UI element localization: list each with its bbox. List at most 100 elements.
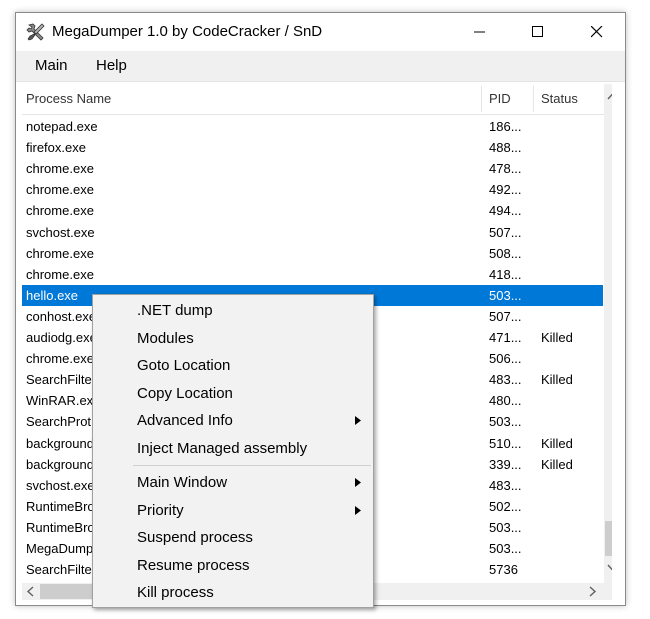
status-cell: [541, 538, 601, 559]
scroll-up-icon[interactable]: [607, 92, 612, 100]
status-cell: [541, 285, 601, 306]
pid-cell: 483...: [489, 372, 522, 388]
menu-item-suspend-process[interactable]: Suspend process: [93, 524, 373, 551]
pid-cell: 503...: [489, 541, 522, 556]
table-row[interactable]: chrome.exe 478...: [22, 158, 603, 179]
vertical-scrollbar[interactable]: [604, 84, 612, 583]
status-cell: [541, 222, 601, 243]
menu-separator: [133, 465, 371, 466]
menu-item-net-dump[interactable]: .NET dump: [93, 297, 373, 324]
menu-item-label: Priority: [137, 501, 184, 519]
menu-help[interactable]: Help: [96, 57, 127, 74]
table-row[interactable]: notepad.exe 186...: [22, 116, 603, 137]
pid-cell: 503...: [489, 287, 522, 303]
pid-cell: 483...: [489, 477, 522, 493]
menu-item-label: Main Window: [137, 474, 228, 491]
status-cell: Killed: [541, 330, 573, 345]
process-name-cell: chrome.exe: [26, 266, 94, 282]
menu-item-copy-location[interactable]: Copy Location: [93, 380, 373, 407]
submenu-arrow-icon: [355, 505, 361, 515]
column-header-status[interactable]: Status: [541, 84, 578, 114]
pid-cell: 339...: [489, 456, 522, 472]
status-cell: [541, 411, 601, 432]
column-header-pid[interactable]: PID: [489, 84, 511, 114]
close-button[interactable]: [568, 13, 626, 51]
menu-main[interactable]: Main: [35, 57, 68, 74]
column-header-process-name[interactable]: Process Name: [26, 84, 111, 114]
pid-cell: 478...: [489, 161, 522, 177]
menu-item-resume-process[interactable]: Resume process: [93, 552, 373, 579]
status-cell: [541, 116, 601, 137]
menu-item-modules[interactable]: Modules: [93, 325, 373, 352]
menu-item-label: Goto Location: [137, 357, 231, 375]
status-cell: [541, 137, 601, 158]
pid-cell: 494...: [489, 203, 522, 219]
menu-bar: Main Help: [16, 51, 625, 82]
menu-item-label: Modules: [137, 329, 194, 347]
minimize-button[interactable]: [451, 13, 509, 51]
status-cell: [541, 475, 601, 496]
menu-item-goto-location[interactable]: Goto Location: [93, 352, 373, 379]
status-cell: [541, 264, 601, 285]
pid-cell: 502...: [489, 498, 522, 514]
tools-icon: [26, 23, 45, 41]
title-bar[interactable]: MegaDumper 1.0 by CodeCracker / SnD: [16, 13, 625, 51]
process-name-cell: firefox.exe: [26, 140, 86, 156]
status-cell: [541, 496, 601, 517]
menu-item-label: .NET dump: [137, 302, 213, 319]
submenu-arrow-icon: [355, 416, 361, 426]
menu-item-advanced-info[interactable]: Advanced Info: [93, 407, 373, 434]
table-row[interactable]: firefox.exe 488...: [22, 137, 603, 158]
vertical-scroll-thumb[interactable]: [605, 521, 612, 556]
pid-cell: 503...: [489, 519, 522, 535]
pid-cell: 488...: [489, 140, 522, 156]
window-title: MegaDumper 1.0 by CodeCracker / SnD: [52, 23, 323, 40]
status-cell: [541, 306, 601, 327]
status-cell: Killed: [541, 435, 573, 451]
process-name-cell: chrome.exe: [26, 161, 94, 177]
pid-cell: 492...: [489, 182, 522, 198]
table-row[interactable]: chrome.exe 494...: [22, 200, 603, 221]
pid-cell: 186...: [489, 119, 522, 134]
table-row[interactable]: svchost.exe 507...: [22, 222, 603, 243]
menu-item-label: Kill process: [137, 584, 214, 602]
pid-cell: 418...: [489, 266, 522, 282]
pid-cell: 503...: [489, 414, 522, 430]
pid-cell: 5736: [489, 562, 518, 578]
minimize-icon: [474, 31, 485, 33]
scroll-left-icon[interactable]: [26, 586, 34, 597]
pid-cell: 510...: [489, 435, 522, 451]
status-cell: [541, 179, 601, 200]
scrollbar-corner: [604, 583, 612, 600]
maximize-icon: [532, 26, 543, 37]
table-row[interactable]: chrome.exe 492...: [22, 179, 603, 200]
submenu-arrow-icon: [355, 478, 361, 487]
status-cell: Killed: [541, 372, 573, 388]
process-name-cell: chrome.exe: [26, 182, 94, 198]
menu-item-label: Copy Location: [137, 384, 233, 402]
pid-cell: 508...: [489, 245, 522, 261]
column-divider[interactable]: [533, 86, 534, 112]
status-cell: [541, 200, 601, 221]
menu-item-label: Suspend process: [137, 529, 253, 547]
menu-item-priority[interactable]: Priority: [93, 497, 373, 524]
menu-item-label: Resume process: [137, 556, 250, 574]
pid-cell: 507...: [489, 308, 522, 324]
process-name-cell: chrome.exe: [26, 203, 94, 219]
menu-item-kill-process[interactable]: Kill process: [93, 579, 373, 606]
table-row[interactable]: chrome.exe 418...: [22, 264, 603, 285]
table-row[interactable]: chrome.exe 508...: [22, 243, 603, 264]
process-name-cell: svchost.exe: [26, 224, 95, 240]
status-cell: [541, 243, 601, 264]
column-divider[interactable]: [481, 86, 482, 112]
menu-item-main-window[interactable]: Main Window: [93, 469, 373, 496]
scroll-down-icon[interactable]: [607, 564, 612, 572]
status-cell: [541, 348, 601, 369]
menu-item-label: Advanced Info: [137, 412, 233, 430]
menu-item-label: Inject Managed assembly: [137, 440, 308, 457]
process-name-cell: chrome.exe: [26, 245, 94, 261]
maximize-button[interactable]: [509, 13, 567, 51]
scroll-right-icon[interactable]: [589, 586, 597, 597]
menu-item-inject-managed-assembly[interactable]: Inject Managed assembly: [93, 435, 373, 462]
process-name-cell: notepad.exe: [26, 119, 98, 134]
